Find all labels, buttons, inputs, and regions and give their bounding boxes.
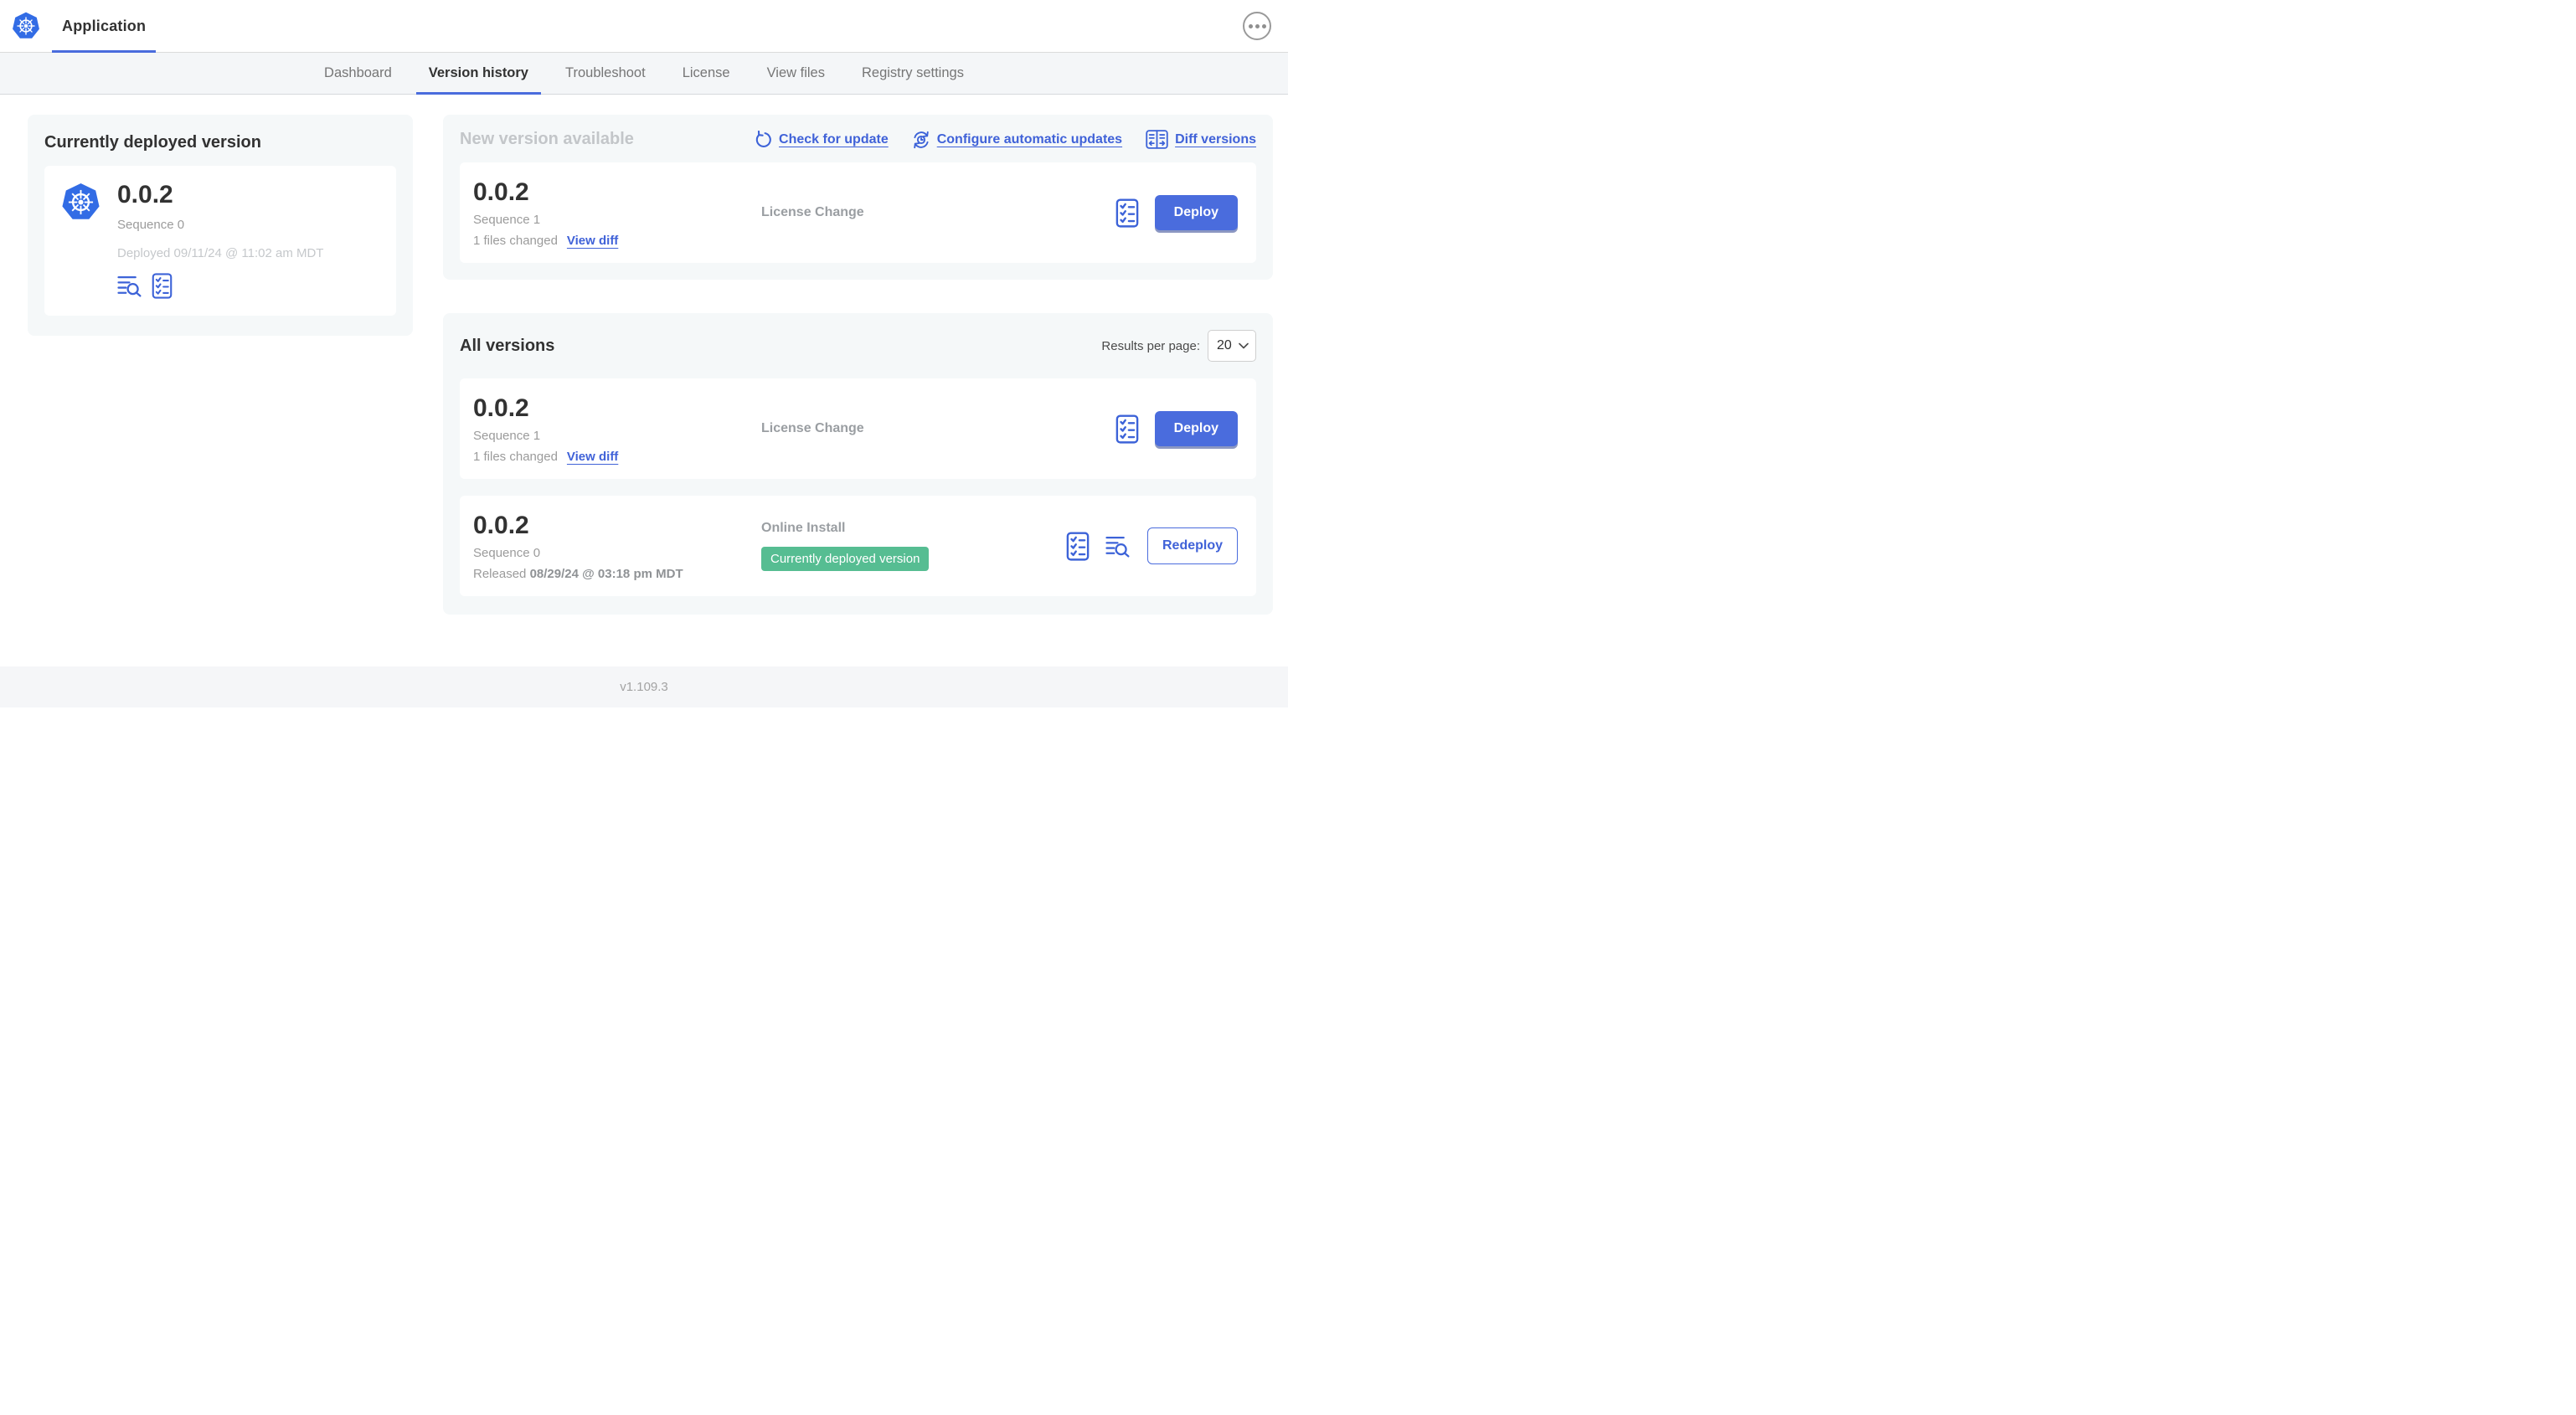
version-number: 0.0.2	[473, 394, 529, 422]
all-versions-card: All versions Results per page: 20 0.0.2 …	[443, 313, 1273, 615]
deployed-timestamp: Deployed 09/11/24 @ 11:02 am MDT	[117, 245, 324, 260]
tab-dashboard[interactable]: Dashboard	[312, 53, 404, 94]
currently-deployed-badge: Currently deployed version	[761, 547, 930, 571]
tab-troubleshoot[interactable]: Troubleshoot	[553, 53, 658, 94]
new-version-card: New version available Check for update C…	[443, 115, 1273, 280]
deploy-button[interactable]: Deploy	[1154, 411, 1238, 446]
diff-icon	[1146, 130, 1168, 149]
app-nav: Dashboard Version history Troubleshoot L…	[0, 53, 1288, 95]
new-version-title: New version available	[460, 130, 634, 148]
tab-version-history[interactable]: Version history	[415, 53, 542, 95]
check-for-update-link[interactable]: Check for update	[754, 130, 889, 149]
preflight-checklist-icon[interactable]	[1115, 414, 1139, 444]
kots-admin-console: Application Dashboard Version history Tr…	[0, 0, 1288, 708]
refresh-icon	[755, 130, 771, 147]
preflight-checklist-icon[interactable]	[1115, 198, 1139, 228]
version-sequence: Sequence 0	[473, 545, 541, 560]
right-column: New version available Check for update C…	[443, 115, 1273, 615]
logs-icon[interactable]	[1105, 535, 1131, 558]
version-number: 0.0.2	[473, 178, 529, 206]
results-per-page-select[interactable]: 20	[1208, 330, 1256, 362]
released-prefix: Released	[473, 566, 527, 581]
app-header: Application	[0, 0, 1288, 53]
tab-view-files[interactable]: View files	[755, 53, 837, 94]
version-sequence: Sequence 1	[473, 428, 541, 443]
main-content: Currently deployed version 0.0.2 Sequenc…	[0, 95, 1288, 615]
version-source: License Change	[761, 421, 864, 435]
deploy-button[interactable]: Deploy	[1154, 195, 1238, 230]
currently-deployed-card: Currently deployed version 0.0.2 Sequenc…	[28, 115, 413, 336]
tab-license[interactable]: License	[670, 53, 743, 94]
overflow-menu-button[interactable]	[1243, 12, 1271, 40]
version-source: Online Install	[761, 521, 846, 535]
version-source: License Change	[761, 205, 864, 219]
auto-update-clock-icon	[913, 131, 929, 148]
app-title: Application	[62, 17, 147, 34]
version-row: 0.0.2 Sequence 1 1 files changed View di…	[460, 378, 1256, 479]
all-versions-title: All versions	[460, 336, 555, 355]
logs-icon[interactable]	[117, 275, 143, 297]
active-tab-underline	[52, 50, 157, 53]
kubernetes-icon	[12, 12, 40, 40]
files-changed-text: 1 files changed	[473, 233, 558, 248]
console-version: v1.109.3	[620, 680, 668, 694]
files-changed-text: 1 files changed	[473, 449, 558, 464]
deployed-version-number: 0.0.2	[117, 181, 173, 208]
configure-automatic-updates-link[interactable]: Configure automatic updates	[912, 131, 1122, 149]
new-version-row: 0.0.2 Sequence 1 1 files changed View di…	[460, 162, 1256, 263]
view-diff-link[interactable]: View diff	[567, 450, 618, 464]
redeploy-button[interactable]: Redeploy	[1146, 527, 1238, 564]
app-title-tab[interactable]: Application	[52, 0, 157, 53]
deployed-sequence: Sequence 0	[117, 217, 185, 232]
results-per-page-label: Results per page:	[1101, 338, 1200, 353]
version-row: 0.0.2 Sequence 0 Released 08/29/24 @ 03:…	[460, 496, 1256, 596]
app-footer: v1.109.3	[0, 666, 1288, 708]
currently-deployed-title: Currently deployed version	[44, 133, 261, 152]
kubernetes-icon	[61, 183, 100, 222]
view-diff-link[interactable]: View diff	[567, 234, 618, 248]
version-number: 0.0.2	[473, 511, 529, 539]
chevron-down-icon	[1239, 342, 1249, 349]
currently-deployed-version-box: 0.0.2 Sequence 0 Deployed 09/11/24 @ 11:…	[44, 166, 396, 316]
preflight-checklist-icon[interactable]	[152, 272, 173, 299]
released-timestamp: 08/29/24 @ 03:18 pm MDT	[529, 566, 683, 581]
diff-versions-link[interactable]: Diff versions	[1146, 130, 1256, 149]
tab-registry-settings[interactable]: Registry settings	[849, 53, 976, 94]
ellipsis-icon	[1248, 23, 1253, 28]
version-sequence: Sequence 1	[473, 212, 541, 227]
preflight-checklist-icon[interactable]	[1066, 531, 1090, 561]
